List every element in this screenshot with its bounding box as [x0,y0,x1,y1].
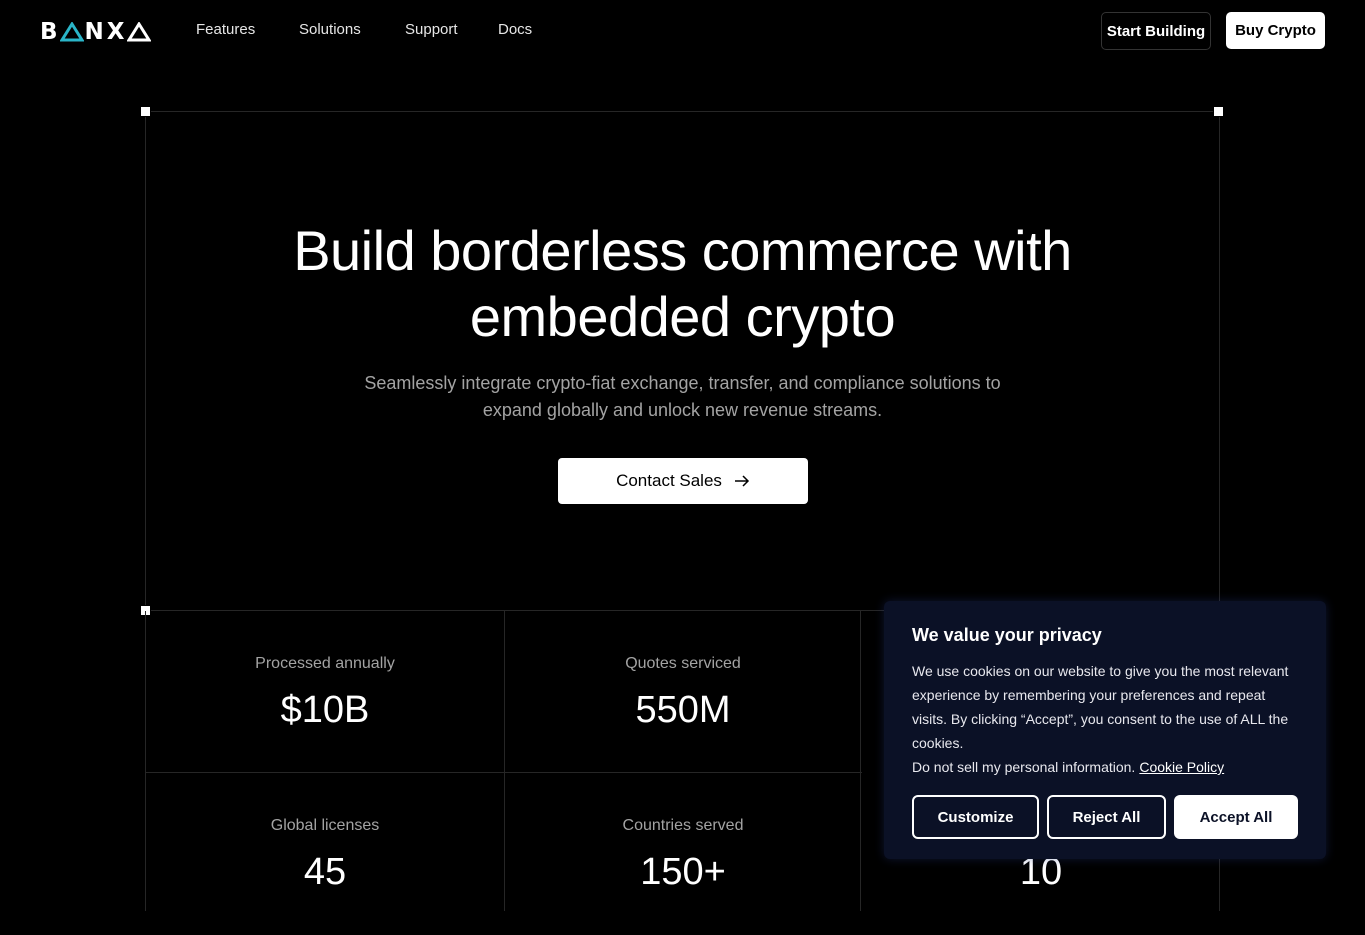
logo-triangle-icon [59,22,84,42]
main-nav: Features Solutions Support Docs [196,21,532,38]
hero-title: Build borderless commerce with embedded … [145,218,1220,350]
contact-sales-button[interactable]: Contact Sales [558,458,808,504]
logo-letter-x: X [106,19,126,45]
hero-subtitle: Seamlessly integrate crypto-fiat exchang… [330,370,1035,424]
stat-label: Global licenses [270,817,380,834]
stat-countries: Countries served 150+ [504,773,862,935]
do-not-sell-notice: Do not sell my personal information. Cook… [912,755,1224,779]
stat-processed: Processed annually $10B [146,611,504,773]
arrow-right-icon [734,475,749,487]
stat-label: Countries served [622,817,744,834]
hero-subtitle-line2: expand globally and unlock new revenue s… [482,400,883,420]
stat-label: Processed annually [255,655,395,672]
logo-triangle-icon [126,22,151,42]
nav-docs[interactable]: Docs [498,21,532,38]
frame-corner-marker [140,106,151,117]
nav-features[interactable]: Features [196,21,299,38]
site-header: B N X Features Solutions Support Docs St… [0,0,1365,62]
accept-all-button[interactable]: Accept All [1174,795,1298,839]
banxa-logo[interactable]: B N X [40,19,152,45]
stat-value: 45 [303,851,347,893]
stat-value: 150+ [640,851,726,893]
logo-letter-n: N [84,19,105,45]
cookie-body: We use cookies on our website to give yo… [912,663,1289,751]
hero-title-line2: embedded crypto [469,285,896,348]
reject-all-button[interactable]: Reject All [1047,795,1166,839]
nav-solutions[interactable]: Solutions [299,21,405,38]
stat-value: $10B [280,689,370,731]
frame-corner-marker [1213,106,1224,117]
start-building-button[interactable]: Start Building [1101,12,1211,50]
cookie-title: We value your privacy [912,625,1102,645]
stat-quotes: Quotes serviced 550M [504,611,862,773]
customize-button[interactable]: Customize [912,795,1039,839]
nav-support[interactable]: Support [405,21,498,38]
buy-crypto-button[interactable]: Buy Crypto [1226,12,1325,49]
logo-letter-b: B [40,19,59,45]
contact-sales-label: Contact Sales [616,471,722,490]
cookie-consent-banner: We value your privacy We use cookies on … [884,601,1326,859]
stat-label: Quotes serviced [625,655,741,672]
hero-frame [145,111,1220,611]
stat-licenses: Global licenses 45 [146,773,504,935]
cookie-policy-link[interactable]: Cookie Policy [1139,759,1224,775]
stat-value: 550M [635,689,731,731]
hero-subtitle-line1: Seamlessly integrate crypto-fiat exchang… [364,373,1001,393]
hero-title-line1: Build borderless commerce with [293,219,1072,282]
do-not-sell-text: Do not sell my personal information. [912,759,1136,775]
